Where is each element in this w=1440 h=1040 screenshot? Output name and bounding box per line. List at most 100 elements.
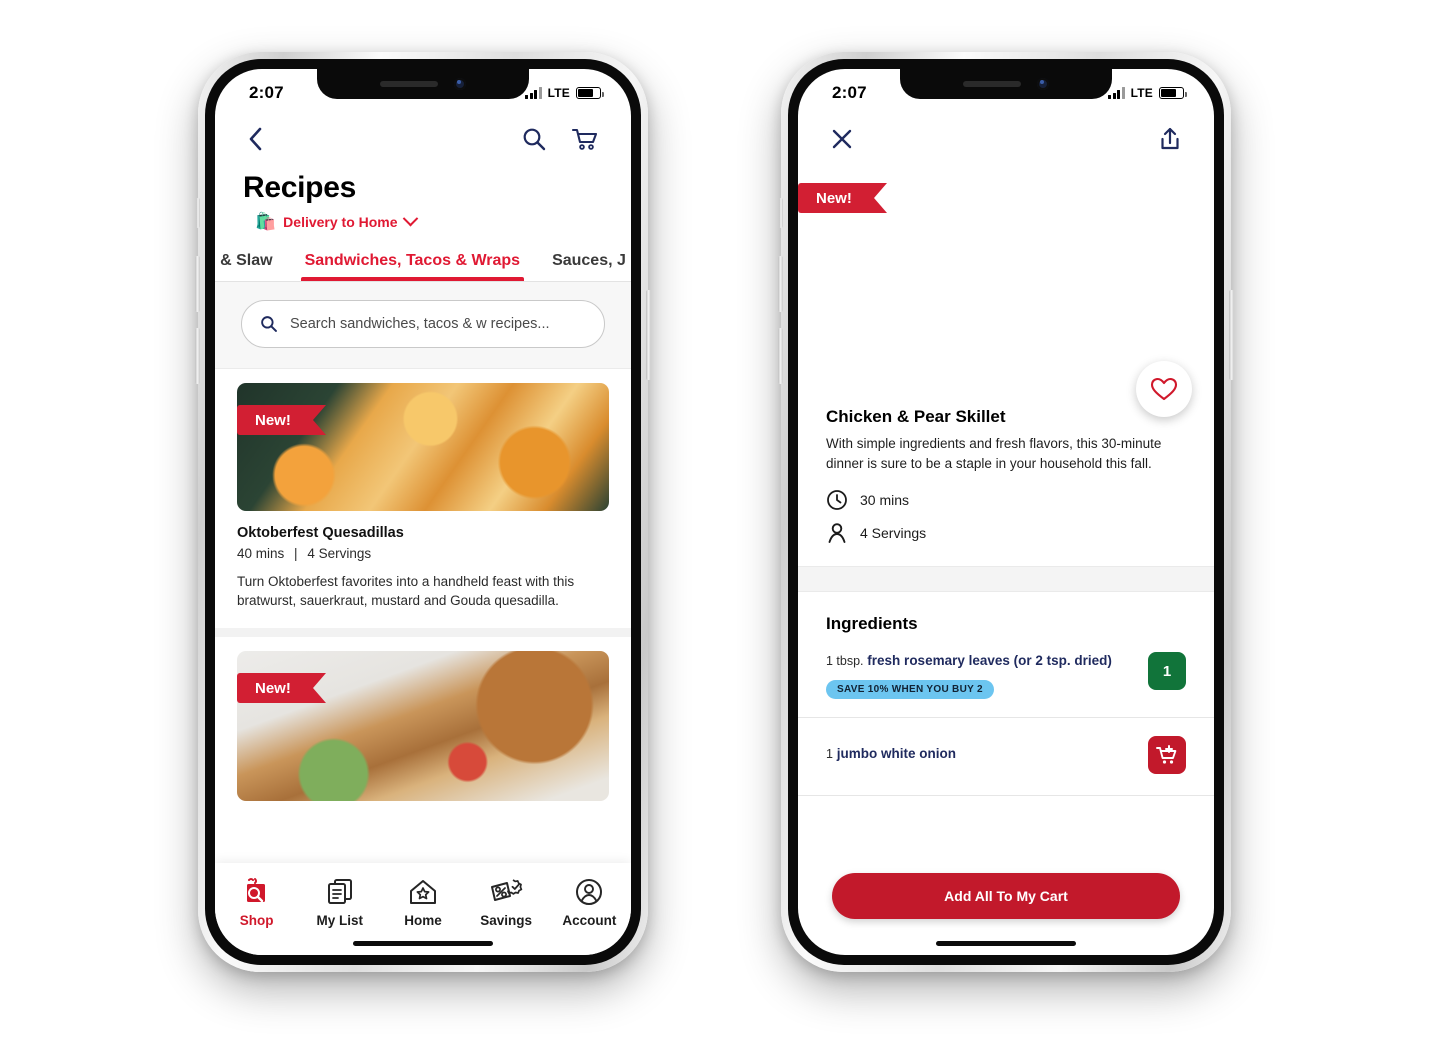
app-header <box>215 111 631 167</box>
power-button[interactable] <box>1229 290 1234 380</box>
chevron-down-icon <box>402 210 418 227</box>
search-button[interactable] <box>517 122 551 156</box>
recipe-description: Turn Oktoberfest favorites into a handhe… <box>237 574 575 609</box>
hero-image: New! <box>798 167 1214 417</box>
recipe-title: Oktoberfest Quesadillas <box>237 525 404 541</box>
volume-down-button[interactable] <box>778 328 783 384</box>
delivery-label: Delivery to Home <box>283 213 398 230</box>
power-button[interactable] <box>646 290 651 380</box>
recipe-stats: 30 mins 4 Servings <box>826 473 1186 544</box>
left-phone-bezel: 2:07 LTE Recipes 🛍️ Delivery to Home & S… <box>205 59 641 965</box>
home-indicator[interactable] <box>353 941 493 946</box>
ingredient-quantity-badge[interactable]: 1 <box>1148 652 1186 691</box>
nav-item-savings[interactable]: Savings <box>468 877 544 928</box>
promo-badge: SAVE 10% WHEN YOU BUY 2 <box>826 680 994 700</box>
status-indicators: LTE <box>525 86 604 100</box>
volume-up-button[interactable] <box>778 256 783 312</box>
nav-item-account[interactable]: Account <box>551 877 627 928</box>
grocery-bag-icon: 🛍️ <box>255 212 277 231</box>
nav-label: My List <box>316 913 364 928</box>
search-zone: Search sandwiches, tacos & w recipes... <box>215 282 631 369</box>
cart-button[interactable] <box>567 122 603 156</box>
recipe-meta: 40 mins | 4 Servings <box>237 541 609 561</box>
status-time: 2:07 <box>249 83 284 102</box>
add-to-cart-icon <box>1156 744 1177 764</box>
ingredient-text: 1 tbsp. fresh rosemary leaves (or 2 tsp.… <box>826 652 1134 671</box>
ingredient-quantity: 1 tbsp. <box>826 654 864 669</box>
share-button[interactable] <box>1154 122 1186 156</box>
list-pages-icon <box>327 879 352 904</box>
new-badge: New! <box>798 183 887 213</box>
left-phone-device: 2:07 LTE Recipes 🛍️ Delivery to Home & S… <box>195 52 651 972</box>
stat-value: 30 mins <box>860 492 910 509</box>
right-phone-screen: 2:07 LTE New! Chicken & Pear Skillet Wit… <box>798 69 1214 955</box>
clock-icon <box>827 490 847 511</box>
add-to-cart-button[interactable] <box>1148 735 1186 774</box>
recipe-image: New! <box>237 383 609 511</box>
stat-time: 30 mins <box>826 489 1186 511</box>
nav-label: Account <box>562 913 617 928</box>
home-indicator[interactable] <box>936 941 1076 946</box>
stat-value: 4 Servings <box>860 525 927 542</box>
nav-item-shop[interactable]: Shop <box>219 877 295 928</box>
network-label: LTE <box>547 86 570 100</box>
silent-switch[interactable] <box>779 198 783 228</box>
recipe-description: With simple ingredients and fresh flavor… <box>826 436 1162 471</box>
nav-item-home[interactable]: Home <box>385 877 461 928</box>
section-divider <box>798 566 1214 593</box>
back-button[interactable] <box>243 122 267 156</box>
ingredients-heading: Ingredients <box>826 614 918 634</box>
search-placeholder: Search sandwiches, tacos & w recipes... <box>290 316 550 332</box>
earpiece-speaker <box>380 81 438 87</box>
volume-up-button[interactable] <box>195 256 200 312</box>
silent-switch[interactable] <box>196 198 200 228</box>
left-phone-screen: 2:07 LTE Recipes 🛍️ Delivery to Home & S… <box>215 69 631 955</box>
volume-down-button[interactable] <box>195 328 200 384</box>
cta-container: Add All To My Cart <box>798 873 1214 919</box>
signal-bars-icon <box>525 87 542 99</box>
tab-sandwiches-tacos-wraps[interactable]: Sandwiches, Tacos & Wraps <box>289 252 536 281</box>
recipe-card[interactable]: New! <box>215 637 631 819</box>
recipe-time: 40 mins <box>237 546 285 561</box>
meta-separator: | <box>294 546 298 561</box>
ingredient-name: fresh rosemary leaves (or 2 tsp. dried) <box>867 653 1112 669</box>
home-star-icon <box>409 880 436 904</box>
recipe-image: New! <box>237 651 609 802</box>
notch <box>900 69 1112 99</box>
heart-outline-icon <box>1150 377 1178 401</box>
add-all-to-cart-button[interactable]: Add All To My Cart <box>832 873 1180 919</box>
ingredient-row[interactable]: 1 jumbo white onion <box>798 718 1214 797</box>
ingredient-name: jumbo white onion <box>836 746 956 762</box>
percent-tag-icon <box>491 879 523 901</box>
nav-label: Shop <box>239 913 274 928</box>
close-button[interactable] <box>826 123 858 155</box>
cart-icon <box>571 128 598 150</box>
right-phone-device: 2:07 LTE New! Chicken & Pear Skillet Wit… <box>778 52 1234 972</box>
person-circle-icon <box>576 879 603 905</box>
signal-bars-icon <box>1108 87 1125 99</box>
search-icon <box>523 128 546 151</box>
ingredient-row[interactable]: 1 tbsp. fresh rosemary leaves (or 2 tsp.… <box>798 638 1214 719</box>
recipe-card[interactable]: New! Oktoberfest Quesadillas 40 mins | 4… <box>215 369 631 638</box>
stat-servings: 4 Servings <box>826 522 1186 544</box>
person-icon <box>828 523 846 544</box>
battery-icon <box>1159 87 1187 99</box>
category-tabs[interactable]: ad & Slaw Sandwiches, Tacos & Wraps Sauc… <box>215 240 631 282</box>
page-title: Recipes <box>243 171 356 204</box>
shop-magnifier-icon <box>246 878 265 903</box>
tab-sauces[interactable]: Sauces, J <box>536 252 631 281</box>
battery-icon <box>576 87 604 99</box>
tab-salad-slaw[interactable]: ad & Slaw <box>215 252 289 281</box>
status-indicators: LTE <box>1108 86 1187 100</box>
new-badge: New! <box>237 673 326 704</box>
nav-item-my-list[interactable]: My List <box>302 877 378 928</box>
status-time: 2:07 <box>832 83 867 102</box>
screenshot-stage: 2:07 LTE Recipes 🛍️ Delivery to Home & S… <box>0 0 1440 1040</box>
earpiece-speaker <box>963 81 1021 87</box>
chevron-left-icon <box>249 127 262 151</box>
delivery-selector[interactable]: 🛍️ Delivery to Home <box>215 205 631 240</box>
nav-label: Savings <box>480 913 533 928</box>
favorite-button[interactable] <box>1136 361 1192 417</box>
search-input[interactable]: Search sandwiches, tacos & w recipes... <box>241 300 605 348</box>
detail-header <box>798 111 1214 167</box>
